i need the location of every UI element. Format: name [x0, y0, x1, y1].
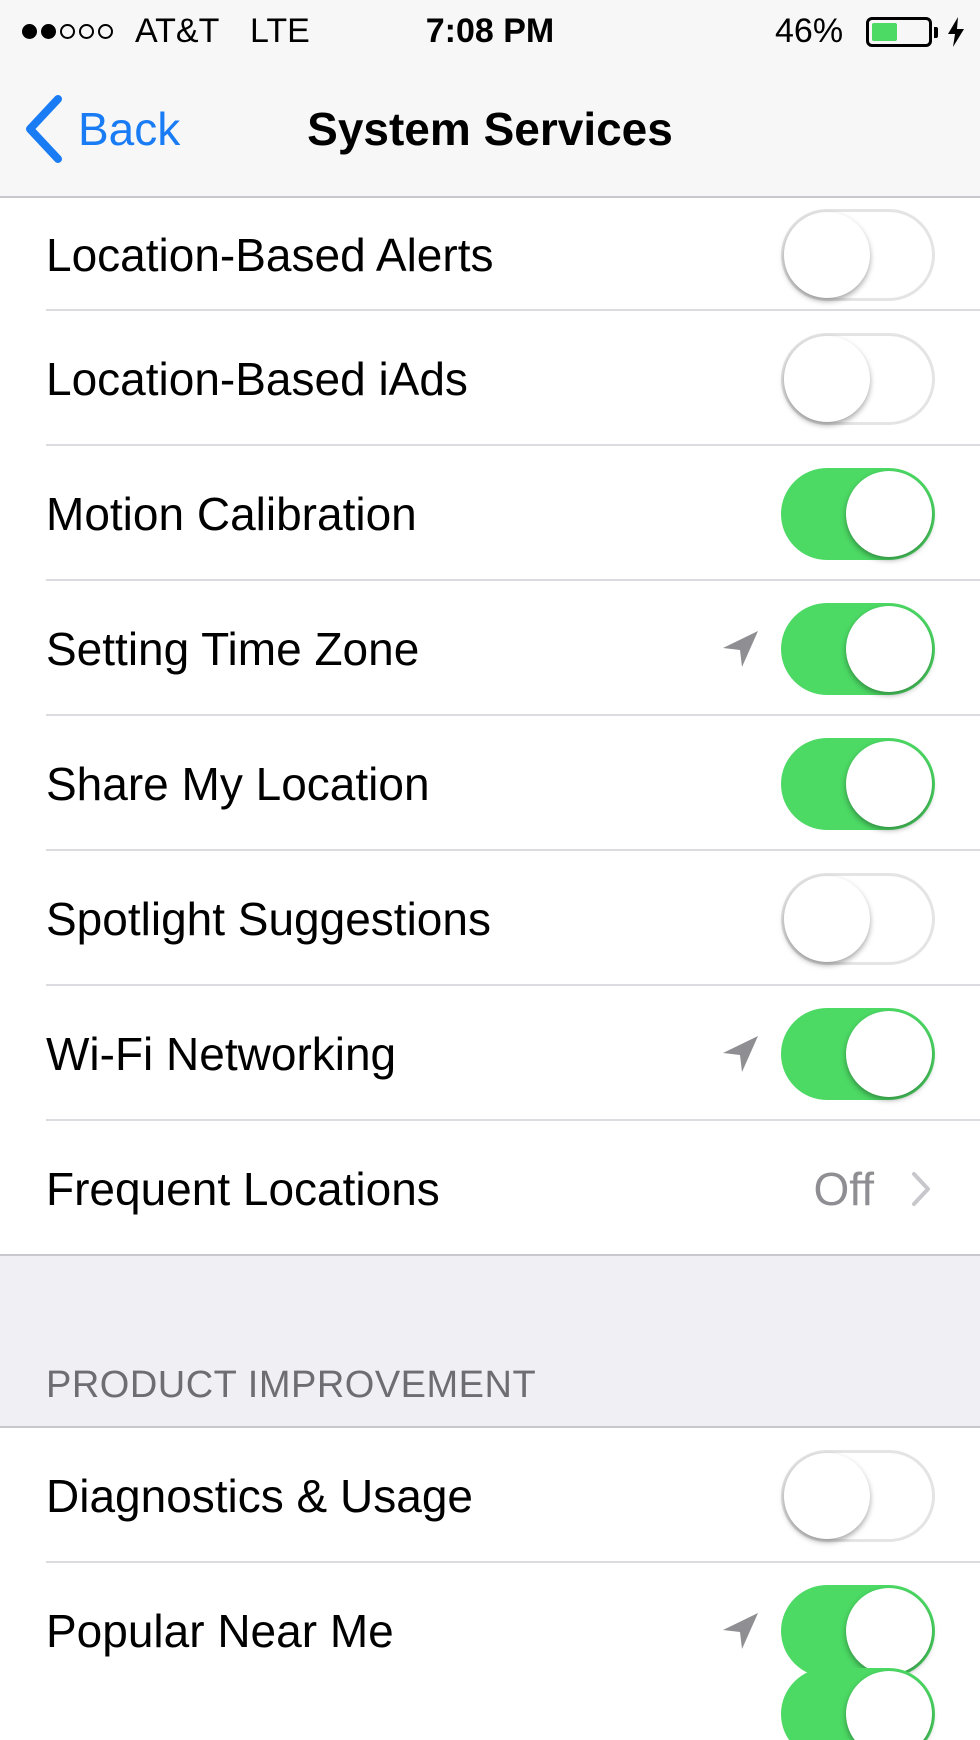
row-label: Location-Based Alerts: [46, 228, 494, 281]
list-item: Setting Time Zone: [0, 581, 980, 716]
popular-near-me-toggle[interactable]: [781, 1584, 935, 1677]
row-label: Spotlight Suggestions: [46, 892, 491, 945]
list-item: Location-Based Alerts: [0, 198, 980, 311]
row-label: Setting Time Zone: [46, 622, 420, 675]
list-item-partial: [0, 1668, 980, 1740]
list-item: Wi-Fi Networking: [0, 986, 980, 1121]
location-arrow-icon: [723, 1035, 758, 1072]
row-label: Diagnostics & Usage: [46, 1469, 473, 1522]
diagnostics-usage-toggle[interactable]: [781, 1449, 935, 1542]
motion-calibration-toggle[interactable]: [781, 467, 935, 560]
location-arrow-icon: [723, 630, 758, 667]
row-value: Off: [813, 1162, 874, 1215]
row-label: Motion Calibration: [46, 487, 417, 540]
spotlight-suggestions-toggle[interactable]: [781, 872, 935, 965]
row-label: Share My Location: [46, 757, 430, 810]
list-item: Diagnostics & Usage: [0, 1428, 980, 1563]
battery-percent: 46%: [775, 12, 844, 50]
setting-time-zone-toggle[interactable]: [781, 602, 935, 695]
settings-list: Location-Based Alerts Location-Based iAd…: [0, 198, 980, 1698]
list-item: Motion Calibration: [0, 446, 980, 581]
frequent-locations-row[interactable]: Frequent Locations Off: [0, 1121, 980, 1256]
list-item: Location-Based iAds: [0, 311, 980, 446]
row-label: Frequent Locations: [46, 1162, 440, 1215]
section-header: PRODUCT IMPROVEMENT: [46, 1364, 537, 1406]
wifi-networking-toggle[interactable]: [781, 1007, 935, 1100]
page-title: System Services: [307, 103, 673, 155]
row-label: Location-Based iAds: [46, 352, 468, 405]
partial-row-toggle[interactable]: [781, 1668, 935, 1740]
bolt-icon: [948, 17, 964, 47]
status-bar: AT&T LTE 7:08 PM 46%: [0, 0, 980, 62]
list-item: Spotlight Suggestions: [0, 851, 980, 986]
section-header-area: PRODUCT IMPROVEMENT: [0, 1256, 980, 1428]
navigation-bar: Back System Services: [0, 62, 980, 198]
chevron-right-icon: [912, 1171, 930, 1206]
location-based-alerts-toggle[interactable]: [781, 208, 935, 301]
location-based-iads-toggle[interactable]: [781, 332, 935, 425]
row-label: Wi-Fi Networking: [46, 1027, 397, 1080]
list-item: Share My Location: [0, 716, 980, 851]
row-label: Popular Near Me: [46, 1604, 394, 1657]
share-my-location-toggle[interactable]: [781, 737, 935, 830]
battery-terminal: [934, 27, 938, 38]
battery-icon: [866, 17, 932, 47]
location-arrow-icon: [723, 1612, 758, 1649]
